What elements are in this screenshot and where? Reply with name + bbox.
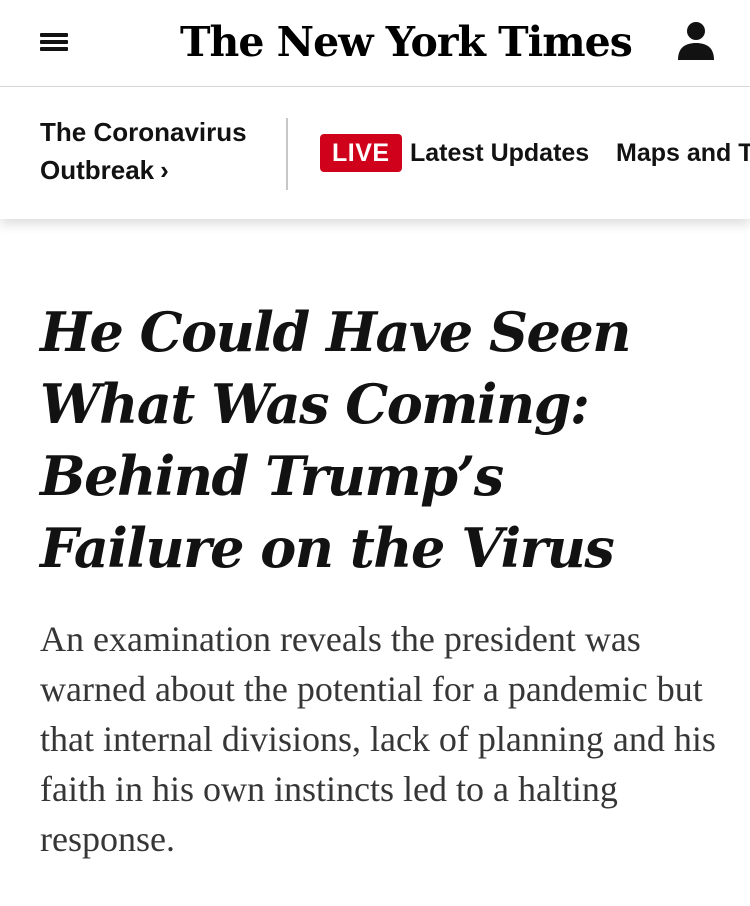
- menu-line: [40, 47, 68, 51]
- user-icon[interactable]: [676, 20, 716, 62]
- nav-link-maps-and-tracker[interactable]: Maps and Tracker: [616, 134, 750, 172]
- section-link-coronavirus-outbreak[interactable]: The Coronavirus Outbreak ›: [40, 113, 280, 189]
- article-headline: He Could Have Seen What Was Coming: Behi…: [40, 300, 632, 580]
- menu-line: [40, 40, 68, 44]
- section-label: The Coronavirus Outbreak: [40, 117, 247, 185]
- section-bar: The Coronavirus Outbreak › LIVE Latest Up…: [0, 87, 750, 219]
- chevron-right-icon: ›: [160, 155, 169, 185]
- article-summary: An examination reveals the president was…: [40, 619, 716, 859]
- nav-link-latest-updates[interactable]: Latest Updates: [410, 134, 589, 172]
- menu-line: [40, 33, 68, 37]
- live-badge: LIVE: [320, 134, 402, 172]
- masthead: The New York Times: [0, 0, 750, 87]
- hamburger-menu-icon[interactable]: [36, 26, 72, 58]
- nyt-logo[interactable]: The New York Times: [180, 10, 633, 74]
- divider: [286, 118, 288, 190]
